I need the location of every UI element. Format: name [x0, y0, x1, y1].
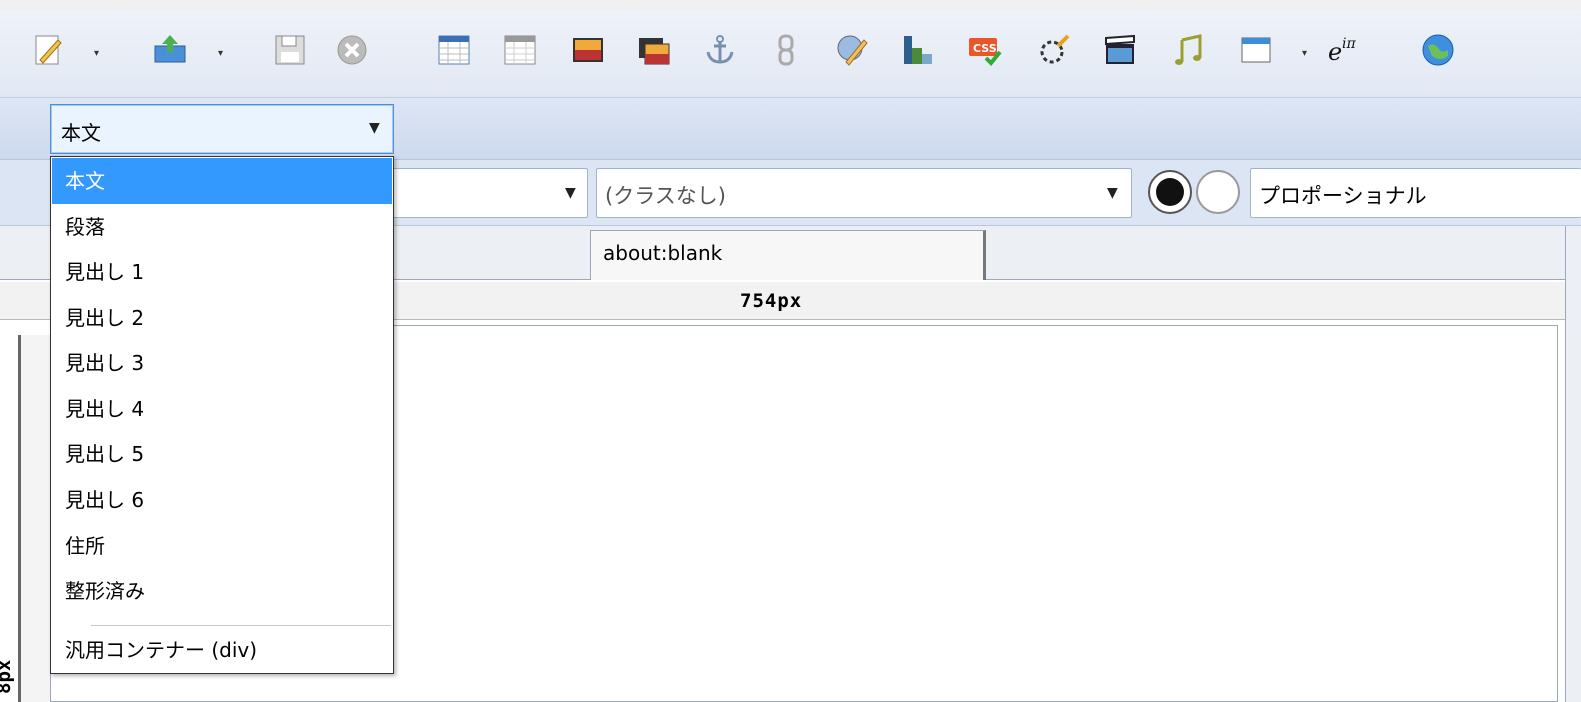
- option-heading-5[interactable]: 見出し 5: [52, 431, 392, 477]
- option-heading-6[interactable]: 見出し 6: [52, 477, 392, 523]
- publish-dropdown-arrow[interactable]: ▾: [218, 48, 223, 59]
- table-grid-icon[interactable]: [502, 32, 538, 68]
- publish-icon[interactable]: [152, 32, 188, 68]
- edit-image-icon[interactable]: [834, 32, 870, 68]
- font-family-select[interactable]: プロポーショナル: [1250, 168, 1581, 218]
- class-select[interactable]: (クラスなし) ▼: [596, 168, 1132, 218]
- class-select-value: (クラスなし): [605, 184, 726, 208]
- block-format-select[interactable]: 本文 ▼: [50, 104, 394, 154]
- width-label: 754px: [740, 290, 803, 312]
- svg-text:e: e: [1328, 38, 1342, 66]
- option-paragraph[interactable]: 段落: [52, 204, 392, 250]
- background-color-button[interactable]: [1196, 170, 1240, 214]
- block-format-value: 本文: [61, 121, 101, 145]
- vertical-ruler: 8px: [0, 335, 50, 702]
- chevron-down-icon: ▼: [1107, 185, 1118, 201]
- vertical-scrollbar[interactable]: [1565, 226, 1581, 702]
- chart-icon[interactable]: [900, 32, 936, 68]
- new-dropdown-arrow[interactable]: ▾: [94, 48, 99, 59]
- special-char-icon[interactable]: [1036, 32, 1072, 68]
- css-icon[interactable]: CSS: [966, 32, 1002, 68]
- new-document-icon[interactable]: [30, 32, 66, 68]
- chevron-down-icon: ▼: [565, 185, 576, 201]
- option-heading-1[interactable]: 見出し 1: [52, 249, 392, 295]
- height-label: 8px: [0, 659, 15, 694]
- table-icon[interactable]: [436, 32, 472, 68]
- option-heading-4[interactable]: 見出し 4: [52, 386, 392, 432]
- image-icon[interactable]: [570, 32, 606, 68]
- font-family-value: プロポーショナル: [1259, 184, 1427, 208]
- window-top-strip: [0, 0, 1581, 10]
- option-address[interactable]: 住所: [52, 523, 392, 569]
- block-format-dropdown: 本文 段落 見出し 1 見出し 2 見出し 3 見出し 4 見出し 5 見出し …: [50, 156, 394, 674]
- dropdown-separator: [91, 625, 391, 626]
- text-color-button[interactable]: [1148, 170, 1192, 214]
- globe-icon[interactable]: [1420, 32, 1456, 68]
- image-replace-icon[interactable]: [636, 32, 672, 68]
- chevron-down-icon: ▼: [369, 120, 380, 136]
- svg-text:CSS: CSS: [973, 42, 997, 55]
- audio-icon[interactable]: [1172, 32, 1208, 68]
- option-preformatted[interactable]: 整形済み: [52, 568, 392, 614]
- anchor-icon[interactable]: [702, 32, 738, 68]
- window-icon[interactable]: [1238, 32, 1274, 68]
- close-icon[interactable]: [334, 32, 370, 68]
- option-heading-2[interactable]: 見出し 2: [52, 295, 392, 341]
- link-icon[interactable]: [768, 32, 804, 68]
- svg-text:iπ: iπ: [1342, 36, 1356, 52]
- tab-label: about:blank: [603, 241, 723, 265]
- option-generic-div[interactable]: 汎用コンテナー (div): [52, 627, 392, 673]
- font-size-select[interactable]: ▼: [392, 168, 588, 218]
- main-toolbar: ▾ ▾ CSS ▾ e iπ: [0, 10, 1581, 98]
- save-icon[interactable]: [272, 32, 308, 68]
- window-dropdown-arrow[interactable]: ▾: [1302, 48, 1307, 59]
- formula-icon[interactable]: e iπ: [1326, 32, 1376, 68]
- option-body-text[interactable]: 本文: [52, 158, 392, 204]
- tab-about-blank[interactable]: about:blank: [590, 230, 986, 280]
- video-icon[interactable]: [1102, 32, 1138, 68]
- text-color-swatch: [1156, 178, 1184, 206]
- option-heading-3[interactable]: 見出し 3: [52, 340, 392, 386]
